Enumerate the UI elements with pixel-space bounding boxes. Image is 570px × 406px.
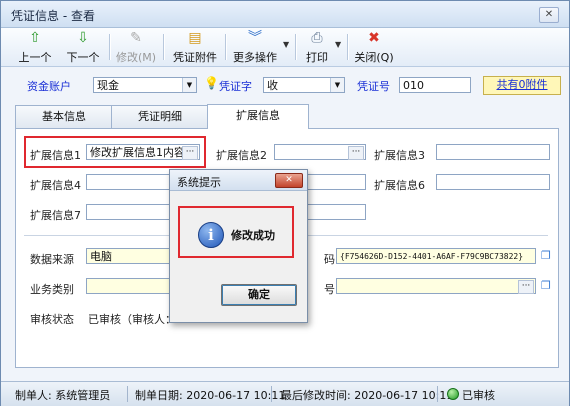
voucher-word-label: 凭证字 xyxy=(219,80,252,93)
toolbar-separator xyxy=(163,34,165,60)
ext6-input[interactable] xyxy=(436,174,550,190)
code-label: 码 xyxy=(324,253,335,266)
ext2-label: 扩展信息2 xyxy=(216,149,267,162)
biz-type-label: 业务类别 xyxy=(30,283,74,296)
tab-extended-info[interactable]: 扩展信息 xyxy=(207,104,309,129)
arrow-down-icon: ⇩ xyxy=(77,30,89,46)
account-label: 资金账户 xyxy=(27,80,71,93)
copy-icon[interactable]: ❐ xyxy=(541,280,553,292)
lightbulb-icon: 💡 xyxy=(204,76,219,90)
tab-basic-info[interactable]: 基本信息 xyxy=(15,105,113,128)
window-title: 凭证信息 - 查看 xyxy=(11,9,95,23)
prev-button[interactable]: ⇧ 上一个 xyxy=(15,30,55,64)
info-icon: i xyxy=(198,222,224,248)
voucher-no-label: 凭证号 xyxy=(357,80,390,93)
copy-icon[interactable]: ❐ xyxy=(541,250,553,262)
audit-status-indicator: 已审核 xyxy=(447,387,495,403)
toolbar-separator xyxy=(295,34,297,60)
tab-voucher-detail[interactable]: 凭证明细 xyxy=(111,105,209,128)
biz-no-label: 号 xyxy=(324,283,335,296)
ext3-label: 扩展信息3 xyxy=(374,149,425,162)
printer-icon: ⎙ xyxy=(311,30,323,46)
attachment-icon: ▤ xyxy=(188,30,202,46)
toolbar-separator xyxy=(109,34,111,60)
close-button[interactable]: ✖ 关闭(Q) xyxy=(353,30,395,64)
modified-time-status: 最后修改时间: 2020-06-17 10:11 xyxy=(281,389,454,402)
ext2-input[interactable]: ··· xyxy=(274,144,366,160)
highlight-box xyxy=(24,136,206,168)
chevron-down-icon: ▼ xyxy=(182,78,196,92)
dialog-title: 系统提示 xyxy=(177,176,221,189)
status-separator xyxy=(437,386,438,402)
biz-no-input[interactable]: ··· xyxy=(336,278,536,294)
ok-button[interactable]: 确定 xyxy=(221,284,297,306)
window-close-button[interactable]: ✕ xyxy=(539,7,559,23)
creator-status: 制单人: 系统管理员 xyxy=(15,389,111,402)
print-button[interactable]: ⎙ 打印 xyxy=(301,30,333,64)
ellipsis-icon[interactable]: ··· xyxy=(348,146,364,160)
status-separator xyxy=(127,386,128,402)
voucher-header: 资金账户 现金 ▼ 💡 凭证字 收 ▼ 凭证号 010 共有0附件 xyxy=(1,67,569,99)
ext6-label: 扩展信息6 xyxy=(374,179,425,192)
dialog-title-bar: 系统提示 ✕ xyxy=(170,170,307,191)
chevron-down-icon: ▼ xyxy=(330,78,344,92)
audit-status-label: 审核状态 xyxy=(30,313,74,326)
code-input[interactable]: {F754626D-D152-4401-A6AF-F79C9BC73822} xyxy=(336,248,536,264)
ext7-label: 扩展信息7 xyxy=(30,209,81,222)
green-status-icon xyxy=(447,388,459,400)
toolbar-separator xyxy=(225,34,227,60)
print-dropdown-icon[interactable]: ▼ xyxy=(335,40,341,49)
status-bar: 制单人: 系统管理员 制单日期: 2020-06-17 10:11 最后修改时间… xyxy=(1,381,569,406)
ext4-label: 扩展信息4 xyxy=(30,179,81,192)
ellipsis-icon[interactable]: ··· xyxy=(518,280,534,294)
voucher-no-input[interactable]: 010 xyxy=(399,77,471,93)
attachments-link[interactable]: 共有0附件 xyxy=(483,76,561,95)
modify-button[interactable]: ✎ 修改(M) xyxy=(115,30,157,64)
more-actions-button[interactable]: ︾ 更多操作 xyxy=(231,30,279,64)
created-date-status: 制单日期: 2020-06-17 10:11 xyxy=(135,389,286,402)
next-button[interactable]: ⇩ 下一个 xyxy=(63,30,103,64)
arrow-up-icon: ⇧ xyxy=(29,30,41,46)
title-bar: 凭证信息 - 查看 ✕ xyxy=(1,1,569,28)
source-label: 数据来源 xyxy=(30,253,74,266)
toolbar: ⇧ 上一个 ⇩ 下一个 ✎ 修改(M) ▤ 凭证附件 ︾ 更多操作 ▼ ⎙ 打印… xyxy=(1,28,569,67)
dialog-close-button[interactable]: ✕ xyxy=(275,173,303,188)
ext3-input[interactable] xyxy=(436,144,550,160)
status-separator xyxy=(271,386,272,402)
attachment-button[interactable]: ▤ 凭证附件 xyxy=(171,30,219,64)
account-select[interactable]: 现金 ▼ xyxy=(93,77,197,93)
dialog-message: 修改成功 xyxy=(231,229,275,242)
close-icon: ✖ xyxy=(368,30,380,46)
toolbar-separator xyxy=(347,34,349,60)
system-prompt-dialog: 系统提示 ✕ i 修改成功 确定 xyxy=(169,169,308,323)
voucher-word-select[interactable]: 收 ▼ xyxy=(263,77,345,93)
edit-icon: ✎ xyxy=(130,30,142,46)
audit-status-value: 已审核（审核人： xyxy=(88,313,176,326)
double-chevron-down-icon: ︾ xyxy=(248,30,262,46)
voucher-window: 凭证信息 - 查看 ✕ ⇧ 上一个 ⇩ 下一个 ✎ 修改(M) ▤ 凭证附件 ︾… xyxy=(0,0,570,406)
more-actions-dropdown-icon[interactable]: ▼ xyxy=(283,40,289,49)
